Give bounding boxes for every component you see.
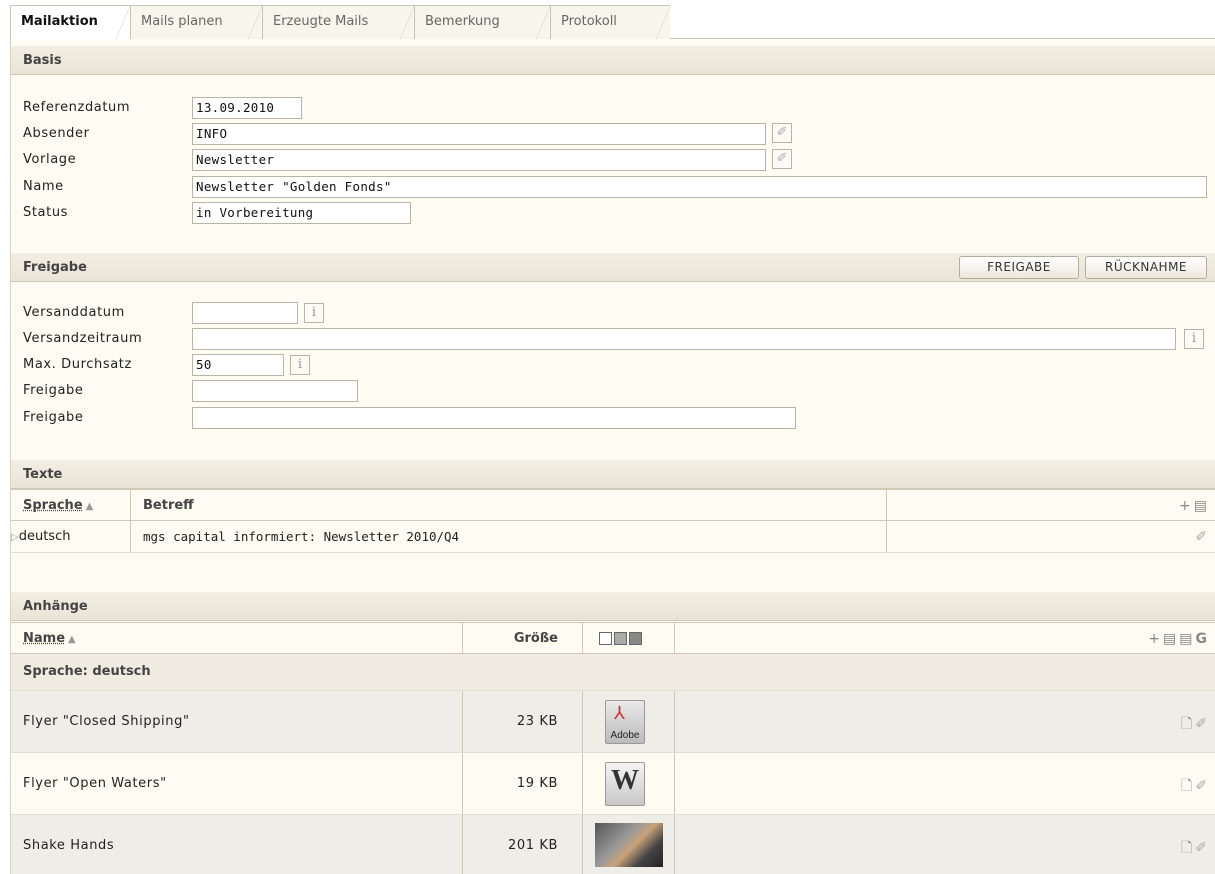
tab-bar: Mailaktion Mails planen Erzeugte Mails B… xyxy=(10,5,1215,40)
pdf-icon[interactable]: ⅄ Adobe xyxy=(605,700,645,744)
vorlage-label: Vorlage xyxy=(23,152,77,167)
versanddatum-info-icon[interactable]: i xyxy=(304,303,324,323)
freigabe-button[interactable]: FREIGABE xyxy=(959,256,1079,279)
sprache-value: deutsch xyxy=(18,529,71,544)
view-small-icon[interactable] xyxy=(599,632,612,645)
view-medium-icon[interactable] xyxy=(614,632,627,645)
table-row[interactable]: Flyer "Open Waters" 19 KB W 🗋✐ xyxy=(11,753,1215,815)
texte-toolbar: +▤ xyxy=(1179,498,1210,514)
view-large-icon[interactable] xyxy=(629,632,642,645)
name-header-label: Name xyxy=(23,631,66,646)
row-actions: 🗋✐ xyxy=(1181,713,1210,737)
sort-asc-icon: ▲ xyxy=(68,634,76,645)
pdf-icon-text: Adobe xyxy=(610,730,640,741)
word-icon[interactable]: W xyxy=(605,762,645,806)
texte-table-header: Sprache ▲ Betreff +▤ xyxy=(11,489,1215,521)
row-actions: 🗋✐ xyxy=(1181,775,1210,799)
attachment-name: Shake Hands xyxy=(11,815,463,874)
row-actions: 🗋✐ xyxy=(1181,837,1210,861)
durchsatz-label: Max. Durchsatz xyxy=(23,357,132,372)
sort-asc-icon: ▲ xyxy=(85,501,94,512)
freigabe2-label: Freigabe xyxy=(23,410,84,425)
attachment-icon-cell: W xyxy=(583,753,675,814)
attachment-size: 201 KB xyxy=(463,815,583,874)
durchsatz-info-icon[interactable]: i xyxy=(290,355,310,375)
status-label: Status xyxy=(23,205,69,220)
row-edit-icon[interactable]: ✐ xyxy=(1195,529,1210,545)
tab-mails-planen[interactable]: Mails planen xyxy=(130,5,262,39)
content-panel: Basis Referenzdatum 13.09.2010 Absender … xyxy=(10,39,1215,874)
column-header-groesse[interactable]: Größe xyxy=(463,623,583,653)
list-icon[interactable]: ▤ xyxy=(1163,631,1179,647)
word-icon-text: W xyxy=(611,765,639,796)
column-header-sprache[interactable]: Sprache ▲ xyxy=(11,490,131,520)
tab-mailaktion[interactable]: Mailaktion xyxy=(10,5,130,40)
grid-settings-icon[interactable]: ▤ xyxy=(1194,498,1210,514)
freigabe1-input[interactable] xyxy=(192,380,358,402)
image-thumbnail[interactable] xyxy=(595,823,663,867)
attachment-name: Flyer "Open Waters" xyxy=(11,753,463,814)
versanddatum-input[interactable] xyxy=(192,302,298,324)
attachment-size: 23 KB xyxy=(463,691,583,752)
name-input[interactable]: Newsletter "Golden Fonds" xyxy=(192,176,1207,198)
attachment-icon-cell: ⅄ Adobe xyxy=(583,691,675,752)
pdf-glyph: ⅄ xyxy=(614,703,625,723)
group-row: Sprache: deutsch xyxy=(11,654,1215,691)
document-icon[interactable]: 🗋 xyxy=(1181,716,1195,732)
expand-arrow-icon[interactable]: ▷ xyxy=(11,532,19,543)
vorlage-input[interactable]: Newsletter xyxy=(192,149,766,171)
ruecknahme-button[interactable]: RÜCKNAHME xyxy=(1085,256,1207,279)
add-icon[interactable]: + xyxy=(1148,631,1163,647)
name-label: Name xyxy=(23,179,64,194)
freigabe2-input[interactable] xyxy=(192,407,796,429)
attachment-size: 19 KB xyxy=(463,753,583,814)
tab-erzeugte-mails[interactable]: Erzeugte Mails xyxy=(262,5,414,39)
sprache-header-label: Sprache xyxy=(23,498,83,513)
versandzeitraum-input[interactable] xyxy=(192,328,1176,350)
view-mode-switch[interactable] xyxy=(583,623,675,653)
absender-label: Absender xyxy=(23,126,90,141)
referenzdatum-label: Referenzdatum xyxy=(23,100,131,115)
referenzdatum-input[interactable]: 13.09.2010 xyxy=(192,97,302,119)
tab-bemerkung[interactable]: Bemerkung xyxy=(414,5,550,39)
absender-input[interactable]: INFO xyxy=(192,123,766,145)
column-header-name[interactable]: Name ▲ xyxy=(11,623,463,653)
sprache-cell: ▷deutsch xyxy=(11,521,131,552)
table-row[interactable]: Flyer "Closed Shipping" 23 KB ⅄ Adobe 🗋✐ xyxy=(11,691,1215,753)
table-row[interactable]: ▷deutsch mgs capital informiert: Newslet… xyxy=(11,521,1215,553)
edit-icon[interactable]: ✐ xyxy=(1195,840,1210,856)
document-icon[interactable]: 🗋 xyxy=(1181,778,1195,794)
vorlage-edit-icon[interactable]: ✐ xyxy=(772,149,792,169)
grid-settings-icon[interactable]: ▤ xyxy=(1179,631,1195,647)
anhaenge-toolbar: +▤▤G xyxy=(1148,631,1210,647)
add-icon[interactable]: + xyxy=(1179,498,1194,514)
tab-protokoll[interactable]: Protokoll xyxy=(550,5,670,39)
edit-icon[interactable]: ✐ xyxy=(1195,716,1210,732)
table-row[interactable]: Shake Hands 201 KB 🗋✐ xyxy=(11,815,1215,874)
document-icon[interactable]: 🗋 xyxy=(1181,840,1195,856)
betreff-cell: mgs capital informiert: Newsletter 2010/… xyxy=(131,521,887,552)
attachment-name: Flyer "Closed Shipping" xyxy=(11,691,463,752)
attachment-icon-cell xyxy=(583,815,675,874)
edit-icon[interactable]: ✐ xyxy=(1195,778,1210,794)
freigabe1-label: Freigabe xyxy=(23,383,84,398)
anhaenge-table-header: Name ▲ Größe +▤▤G xyxy=(11,622,1215,654)
versanddatum-label: Versanddatum xyxy=(23,305,125,320)
absender-edit-icon[interactable]: ✐ xyxy=(772,123,792,143)
group-icon[interactable]: G xyxy=(1196,631,1211,647)
versandzeitraum-label: Versandzeitraum xyxy=(23,331,143,346)
durchsatz-input[interactable]: 50 xyxy=(192,354,284,376)
versandzeitraum-info-icon[interactable]: i xyxy=(1184,329,1204,349)
section-header-basis: Basis xyxy=(11,46,1215,75)
column-header-betreff[interactable]: Betreff xyxy=(131,490,887,520)
section-header-anhaenge: Anhänge xyxy=(11,592,1215,621)
status-input[interactable]: in Vorbereitung xyxy=(192,202,411,224)
section-header-texte: Texte xyxy=(11,460,1215,489)
